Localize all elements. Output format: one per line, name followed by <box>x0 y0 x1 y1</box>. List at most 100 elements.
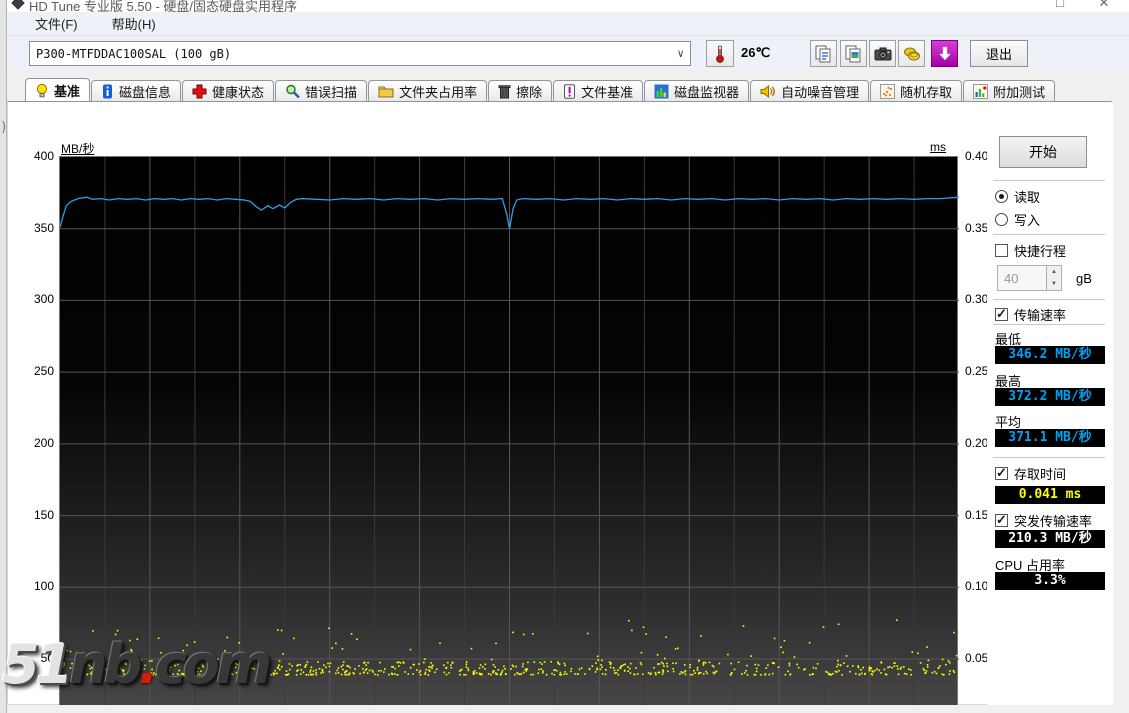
tab-label: 随机存取 <box>900 84 953 100</box>
checkbox-checked-icon <box>995 306 1008 322</box>
access-time-checkbox[interactable]: 存取时间 <box>995 464 1066 483</box>
title-bar: HD Tune 专业版 5.50 - 硬盘/固态硬盘实用程序 □ ✕ <box>7 0 1129 12</box>
y-axis-right-unit: ms <box>930 140 946 154</box>
save-results-icon <box>903 47 920 60</box>
download-button[interactable] <box>931 40 958 67</box>
drive-selector[interactable]: P300-MTFDDAC100SAL (100 gB) ∨ <box>29 41 691 66</box>
toolbar: P300-MTFDDAC100SAL (100 gB) ∨ 26℃ 退出 <box>7 37 1129 70</box>
separator <box>993 234 1105 235</box>
download-arrow-icon <box>938 46 951 60</box>
y-axis-left-tick: 100 <box>33 579 54 594</box>
read-radio[interactable]: 读取 <box>995 187 1040 206</box>
menu-bar: 文件(F) 帮助(H) <box>7 12 1129 36</box>
burst-rate-checkbox[interactable]: 突发传输速率 <box>995 511 1092 530</box>
health-cross-icon <box>192 84 207 98</box>
scatter-dots-icon <box>880 83 896 99</box>
tab-benchmark[interactable]: 基准 <box>25 78 91 101</box>
copy-report-button[interactable] <box>810 40 837 67</box>
spinner-down-icon[interactable]: ▼ <box>1047 278 1061 290</box>
bar-chart-icon <box>654 84 669 98</box>
short-stroke-label: 快捷行程 <box>1014 244 1067 259</box>
radio-selected-icon <box>995 190 1008 203</box>
tab-file-benchmark[interactable]: 文件基准 <box>553 80 644 101</box>
write-radio[interactable]: 写入 <box>995 210 1040 229</box>
save-results-button[interactable] <box>898 40 925 67</box>
tab-label: 文件夹占用率 <box>399 84 478 100</box>
checkbox-unchecked-icon <box>995 244 1008 257</box>
y-axis-left-tick: 200 <box>33 435 54 450</box>
tab-label: 擦除 <box>516 84 543 100</box>
y-axis-left-tick: 400 <box>33 149 54 163</box>
app-icon <box>11 0 25 12</box>
tab-error-scan[interactable]: 错误扫描 <box>275 80 368 101</box>
spinner-arrows[interactable]: ▲ ▼ <box>1047 265 1062 291</box>
extra-tests-icon <box>973 83 989 99</box>
short-stroke-checkbox[interactable]: 快捷行程 <box>995 241 1066 260</box>
tab-disk-monitor[interactable]: 磁盘监视器 <box>644 80 750 101</box>
drive-selector-value: P300-MTFDDAC100SAL (100 gB) <box>36 46 232 61</box>
tab-label: 自动噪音管理 <box>781 84 860 100</box>
short-stroke-size-input[interactable]: 40 <box>997 265 1047 291</box>
tab-aam[interactable]: 自动噪音管理 <box>750 80 870 101</box>
y-axis-left-unit: MB/秒 <box>61 142 95 156</box>
tab-disk-info[interactable]: 磁盘信息 <box>91 80 182 101</box>
maximize-button[interactable]: □ <box>1045 0 1075 10</box>
y-axis-left-tick: 150 <box>33 507 54 522</box>
window-title: HD Tune 专业版 5.50 - 硬盘/固态硬盘实用程序 <box>29 0 297 12</box>
y-axis-left-tick: 250 <box>33 364 54 379</box>
tab-extra-tests[interactable]: 附加测试 <box>963 80 1056 101</box>
menu-file[interactable]: 文件(F) <box>25 12 88 35</box>
max-value: 372.2 MB/秒 <box>995 388 1105 406</box>
chart-plot-area <box>59 156 959 707</box>
tab-label: 磁盘信息 <box>119 84 172 100</box>
short-stroke-size: 40 ▲ ▼ gB <box>997 265 1092 291</box>
start-button[interactable]: 开始 <box>999 136 1087 168</box>
temperature-value: 26℃ <box>741 45 771 60</box>
copy-report-icon <box>815 45 831 62</box>
benchmark-panel: MB/秒 ms 400 0.40 350 0.35 300 0.30 250 0.25 200 0… <box>2 101 1113 707</box>
tab-bar: 基准 磁盘信息 健康状态 错误扫描 文件夹占用率 擦除 文件基准 磁盘监视器 自… <box>7 78 1129 101</box>
write-radio-label: 写入 <box>1014 213 1041 228</box>
checkbox-checked-icon <box>995 465 1008 481</box>
copy-image-button[interactable] <box>840 40 867 67</box>
tab-health[interactable]: 健康状态 <box>182 80 275 101</box>
access-time-label: 存取时间 <box>1014 467 1067 482</box>
tab-erase[interactable]: 擦除 <box>488 80 553 101</box>
screenshot-button[interactable] <box>869 40 896 67</box>
checkbox-checked-icon <box>995 512 1008 528</box>
access-time-value: 0.041 ms <box>995 486 1105 504</box>
tab-label: 错误扫描 <box>305 84 358 100</box>
copy-image-icon <box>845 45 861 62</box>
chevron-down-icon: ∨ <box>677 47 684 60</box>
separator <box>993 299 1105 300</box>
start-button-label: 开始 <box>1029 144 1057 160</box>
screenshot-camera-icon <box>874 47 891 60</box>
tab-label: 磁盘监视器 <box>674 84 740 100</box>
tab-folder-usage[interactable]: 文件夹占用率 <box>368 80 488 101</box>
tab-random-access[interactable]: 随机存取 <box>870 80 963 101</box>
separator <box>993 180 1105 181</box>
separator <box>993 457 1105 458</box>
spinner-up-icon[interactable]: ▲ <box>1047 266 1061 278</box>
cpu-usage-value: 3.3% <box>995 572 1105 590</box>
info-icon <box>103 84 113 98</box>
burst-rate-label: 突发传输速率 <box>1014 514 1093 529</box>
y-axis-left-tick: 350 <box>33 220 54 235</box>
speaker-icon <box>760 84 776 98</box>
screen: ) HD Tune 专业版 5.50 - 硬盘/固态硬盘实用程序 □ ✕ 文件(… <box>0 0 1129 713</box>
close-button[interactable]: ✕ <box>1089 0 1119 11</box>
transfer-rate-checkbox[interactable]: 传输速率 <box>995 305 1066 324</box>
exit-button[interactable]: 退出 <box>970 40 1028 67</box>
temperature-button[interactable] <box>706 40 734 67</box>
transfer-rate-label: 传输速率 <box>1014 308 1067 323</box>
thermometer-icon <box>715 45 725 63</box>
separator <box>993 324 1105 325</box>
folder-icon <box>378 86 394 98</box>
burst-rate-value: 210.3 MB/秒 <box>995 530 1105 548</box>
min-value: 346.2 MB/秒 <box>995 346 1105 364</box>
trash-icon <box>498 84 511 98</box>
menu-help[interactable]: 帮助(H) <box>102 12 166 35</box>
magnifier-icon <box>286 84 300 98</box>
radio-unselected-icon <box>995 213 1008 226</box>
control-panel: 开始 读取 写入 快捷行程 40 ▲ ▼ gB ✓ 传输速率 最低 346.2 … <box>987 102 1113 706</box>
